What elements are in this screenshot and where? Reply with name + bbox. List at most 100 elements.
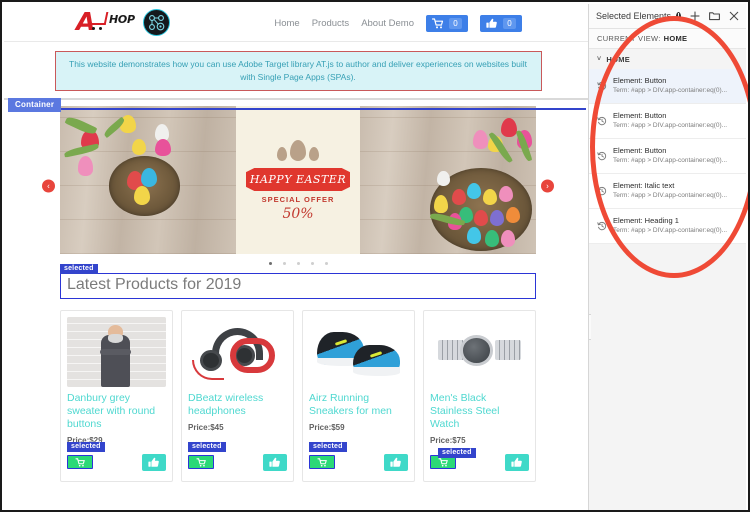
egg-decor: [133, 185, 150, 206]
add-to-cart-button[interactable]: [309, 455, 335, 469]
likes-button[interactable]: 0: [480, 14, 522, 32]
history-icon: [597, 78, 607, 96]
element-title: Element: Button: [613, 111, 667, 120]
carousel-dot-2[interactable]: [282, 262, 286, 265]
adobe-target-icon[interactable]: [143, 8, 170, 36]
section-divider: [4, 98, 592, 100]
cart-button-selected-tag: selected: [67, 442, 105, 452]
product-image-sneakers: [309, 317, 408, 387]
egg-decor: [499, 185, 514, 203]
nav-link-about-demo[interactable]: About Demo: [361, 18, 414, 29]
element-term: Term: #app > DIV.app-container:eq(0)...: [613, 227, 728, 234]
add-to-cart-button[interactable]: [67, 455, 93, 469]
product-card[interactable]: Danbury grey sweater with round buttons …: [60, 310, 173, 482]
carousel-dot-5[interactable]: [324, 262, 328, 265]
history-icon: [597, 113, 607, 131]
heading-selection-box[interactable]: Latest Products for 2019: [60, 273, 536, 299]
plus-icon[interactable]: [690, 11, 700, 21]
panel-resize-handle[interactable]: [589, 314, 591, 340]
egg-decor: [500, 230, 515, 247]
demo-notice-wrap: This website demonstrates how you can us…: [4, 42, 592, 98]
cart-button[interactable]: 0: [426, 14, 468, 32]
model-beard: [107, 333, 124, 343]
product-price: Price:$45: [188, 423, 224, 432]
current-view-label: CURRENT VIEW:: [597, 34, 661, 43]
product-card[interactable]: DBeatz wireless headphones Price:$45 sel…: [181, 310, 294, 482]
nav-link-products[interactable]: Products: [312, 18, 350, 29]
hero-carousel: ‹ › HAPPY EASTER SPECIAL OFFER 50%: [42, 106, 554, 265]
current-view-value: HOME: [663, 34, 688, 43]
easter-subline: SPECIAL OFFER: [261, 195, 335, 204]
add-to-cart-button[interactable]: [188, 455, 214, 469]
website-content-area: A HOP Home Products About Demo 0 0 This …: [4, 4, 592, 510]
browser-page-frame: A HOP Home Products About Demo 0 0 This …: [0, 0, 750, 512]
watch-band-right: [495, 340, 522, 360]
easter-discount: 50%: [282, 206, 314, 222]
headphone-cable: [191, 360, 224, 380]
chevron-down-icon: ˅: [597, 55, 602, 63]
nav-link-home[interactable]: Home: [274, 18, 299, 29]
history-icon: [597, 183, 607, 201]
carousel-slide-easter-offer: HAPPY EASTER SPECIAL OFFER 50%: [236, 106, 360, 254]
element-term: Term: #app > DIV.app-container:eq(0)...: [613, 157, 728, 164]
element-term: Term: #app > DIV.app-container:eq(0)...: [613, 192, 728, 199]
ashop-logo-mark: A HOP: [76, 8, 138, 36]
like-button[interactable]: [505, 453, 529, 471]
carousel-dots: [60, 262, 536, 265]
egg-decor: [140, 168, 157, 188]
page-title: Latest Products for 2019: [67, 276, 242, 293]
product-actions: selected: [309, 442, 408, 473]
egg-decor: [506, 206, 521, 223]
latest-products-heading-block: selected Latest Products for 2019: [60, 264, 536, 299]
product-image-sweater: [67, 317, 166, 387]
egg-decor: [467, 182, 482, 200]
list-item[interactable]: Element: Italic text Term: #app > DIV.ap…: [589, 174, 746, 209]
product-actions: selected: [188, 442, 287, 473]
panel-title: Selected Elements: [596, 11, 672, 21]
element-term: Term: #app > DIV.app-container:eq(0)...: [613, 87, 728, 94]
folder-icon[interactable]: [709, 11, 720, 21]
like-button[interactable]: [384, 453, 408, 471]
cart-icon: [432, 17, 444, 29]
selected-elements-list: Element: Button Term: #app > DIV.app-con…: [589, 69, 746, 244]
list-item[interactable]: Element: Heading 1 Term: #app > DIV.app-…: [589, 209, 746, 244]
carousel-dot-1[interactable]: [268, 262, 272, 265]
like-button[interactable]: [263, 453, 287, 471]
element-term: Term: #app > DIV.app-container:eq(0)...: [613, 122, 728, 129]
likes-count-badge: 0: [503, 17, 516, 29]
site-navbar: A HOP Home Products About Demo 0 0: [4, 4, 592, 42]
list-item[interactable]: Element: Button Term: #app > DIV.app-con…: [589, 139, 746, 174]
product-card[interactable]: Airz Running Sneakers for men Price:$59 …: [302, 310, 415, 482]
cart-button-selected-tag: selected: [188, 442, 226, 452]
carousel-dot-3[interactable]: [296, 262, 300, 265]
tulip-decor: [433, 194, 448, 213]
carousel-next-button[interactable]: ›: [541, 179, 554, 192]
close-icon[interactable]: [729, 11, 739, 21]
list-item[interactable]: Element: Button Term: #app > DIV.app-con…: [589, 69, 746, 104]
element-title: Element: Button: [613, 146, 667, 155]
product-image-watch: [430, 317, 529, 387]
carousel-prev-button[interactable]: ‹: [42, 179, 55, 192]
product-price: Price:$59: [309, 423, 345, 432]
group-header-home[interactable]: ˅ HOME: [589, 49, 746, 69]
watch-face: [459, 335, 494, 366]
like-button[interactable]: [142, 453, 166, 471]
product-card[interactable]: Men's Black Stainless Steel Watch Price:…: [423, 310, 536, 482]
info-icon[interactable]: !: [676, 11, 681, 21]
carousel-slides[interactable]: HAPPY EASTER SPECIAL OFFER 50%: [60, 106, 536, 254]
product-title: Airz Running Sneakers for men: [309, 392, 392, 417]
list-item[interactable]: Element: Button Term: #app > DIV.app-con…: [589, 104, 746, 139]
logo-cart-icon: [88, 12, 109, 25]
current-view-bar: CURRENT VIEW: HOME: [589, 29, 746, 49]
easter-eggs-graphic: [277, 140, 319, 161]
site-logo[interactable]: A HOP: [76, 8, 170, 36]
logo-cart-wheel-right-icon: [99, 27, 102, 30]
product-title: DBeatz wireless headphones: [188, 392, 264, 417]
element-title: Element: Button: [613, 76, 667, 85]
carousel-dot-4[interactable]: [310, 262, 314, 265]
navbar-right-group: Home Products About Demo 0 0: [274, 4, 522, 42]
tulip-decor: [77, 156, 94, 176]
logo-shop-text: HOP: [109, 13, 135, 26]
carousel-slide-left-image: [60, 106, 236, 254]
container-selection-outline: [8, 108, 586, 110]
